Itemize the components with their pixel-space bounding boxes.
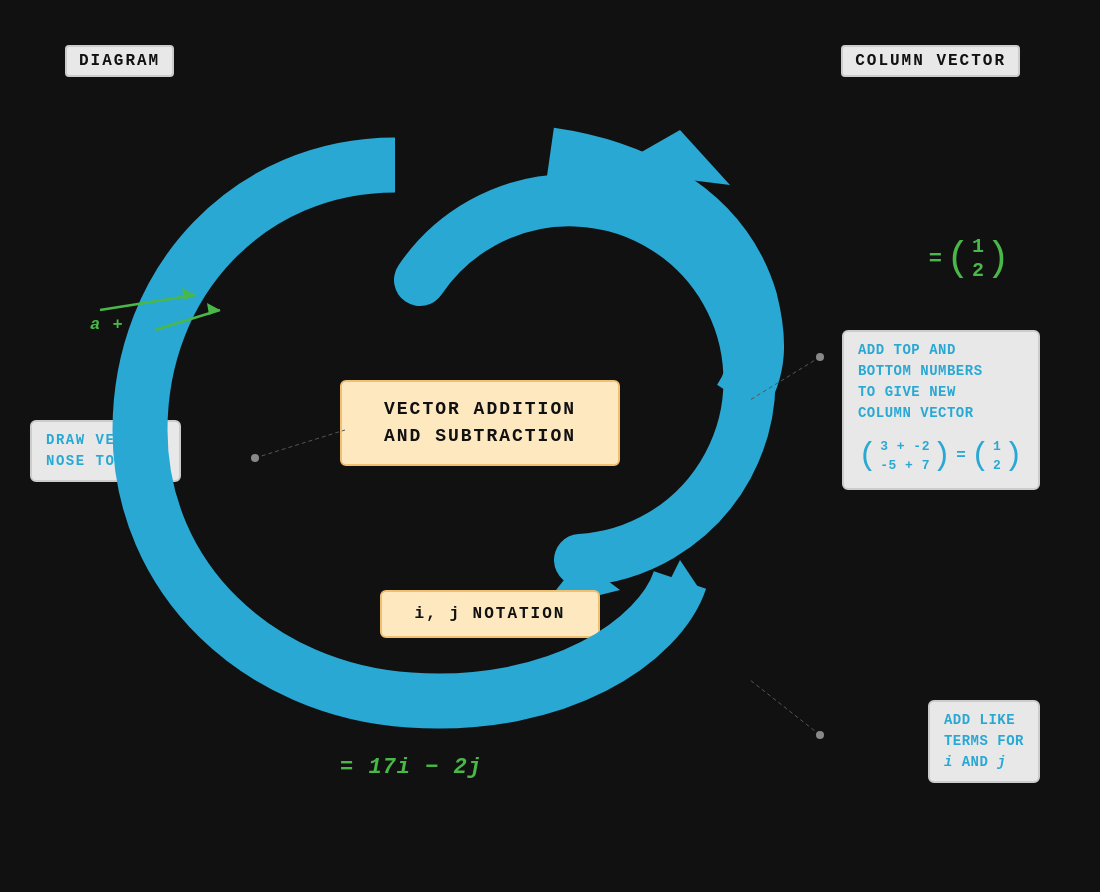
svg-line-2 — [255, 430, 345, 458]
svg-point-5 — [251, 454, 259, 462]
svg-line-4 — [750, 680, 820, 735]
svg-point-7 — [816, 731, 824, 739]
svg-point-6 — [816, 353, 824, 361]
